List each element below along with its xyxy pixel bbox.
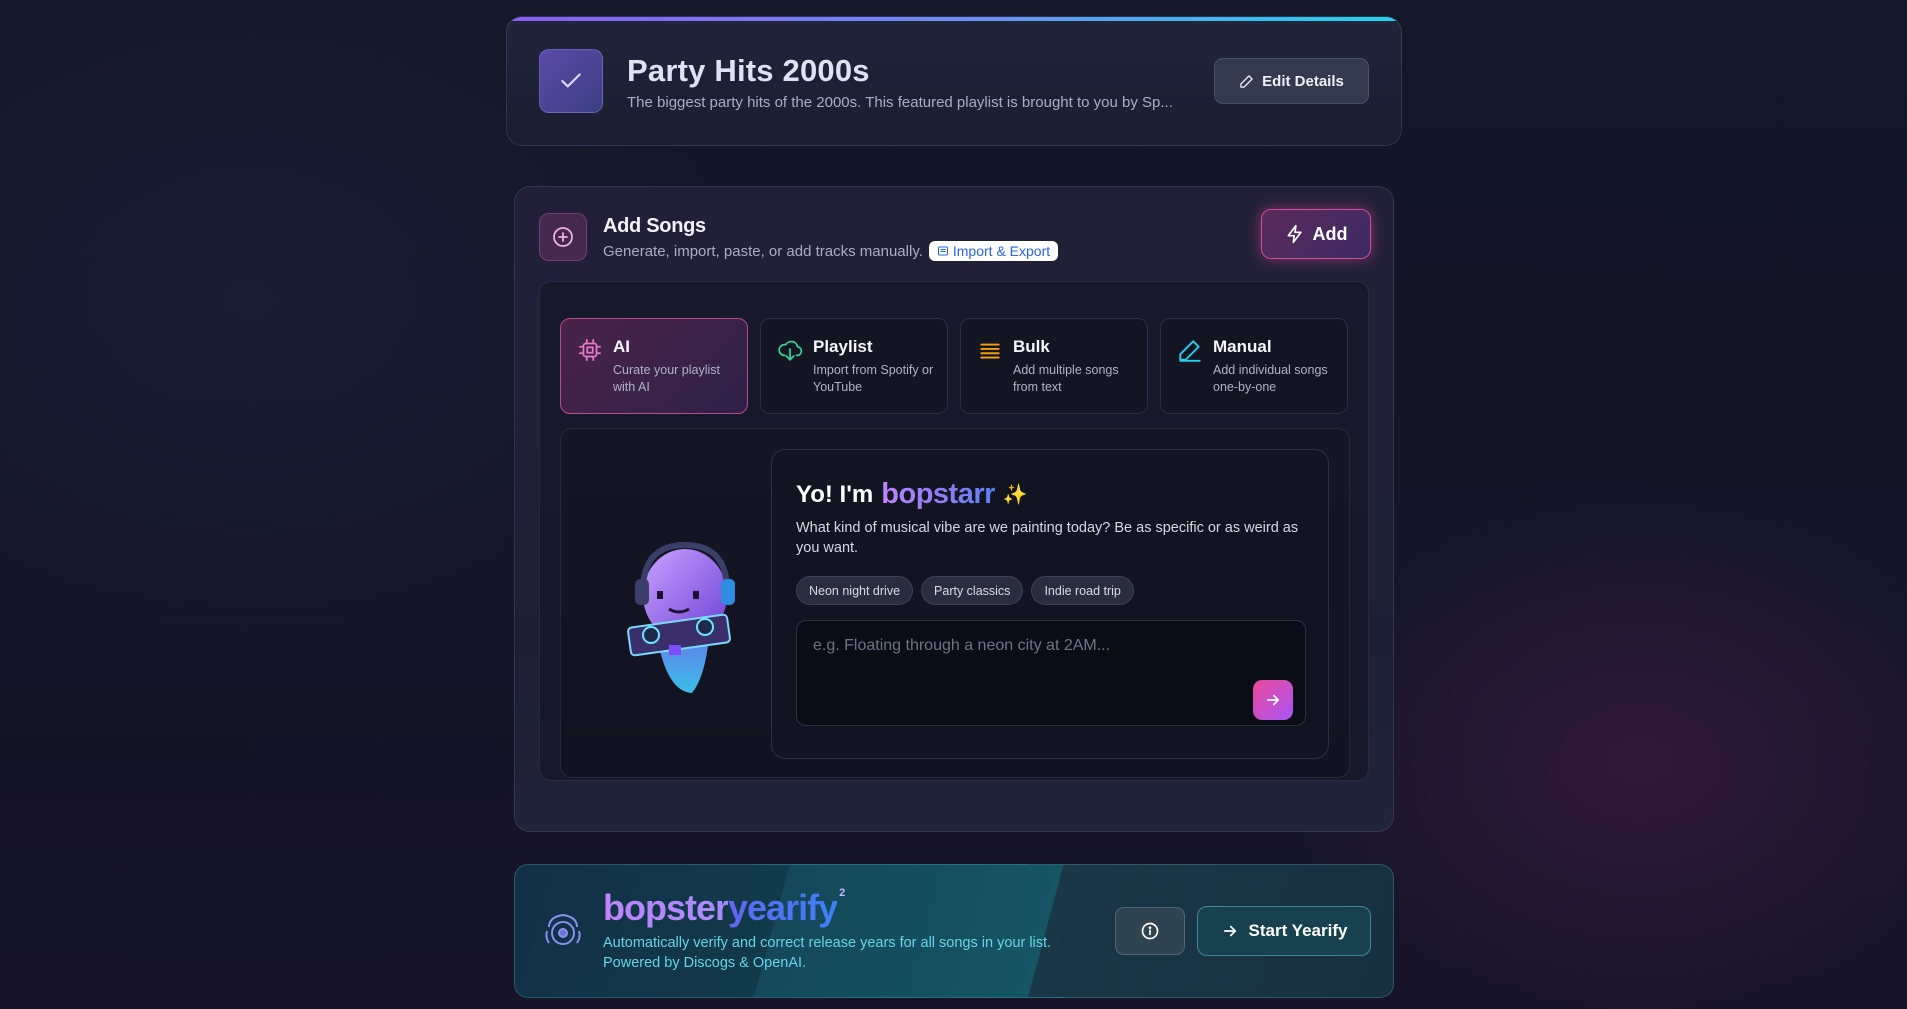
mode-title: Playlist xyxy=(813,337,873,356)
yearify-brand-part2: yearify xyxy=(728,887,838,928)
bopstarr-logo: bopstarr xyxy=(881,478,995,510)
add-songs-card: Add Songs Generate, import, paste, or ad… xyxy=(514,186,1394,832)
pencil-icon xyxy=(1240,74,1253,88)
mode-title: AI xyxy=(613,337,630,356)
playlist-description: The biggest party hits of the 2000s. Thi… xyxy=(627,94,1173,111)
arrow-right-icon xyxy=(1266,694,1280,706)
plus-circle-icon xyxy=(553,227,573,247)
suggestion-chips: Neon night drive Party classics Indie ro… xyxy=(796,576,1134,605)
ai-greeting: Yo! I'm bopstarr ✨ xyxy=(796,478,1028,511)
edit-details-label: Edit Details xyxy=(1262,72,1344,90)
sparkle-icon: ✨ xyxy=(1002,484,1028,506)
info-icon xyxy=(1141,922,1159,940)
mode-title: Manual xyxy=(1213,337,1272,356)
import-export-link[interactable]: Import & Export xyxy=(928,241,1059,261)
yearify-description: Automatically verify and correct release… xyxy=(603,933,1103,973)
playlist-header-card: Party Hits 2000s The biggest party hits … xyxy=(506,16,1402,146)
vibe-prompt-input[interactable] xyxy=(796,620,1306,726)
yearify-superscript: 2 xyxy=(839,887,845,899)
add-songs-subtitle: Generate, import, paste, or add tracks m… xyxy=(603,241,1059,261)
yearify-brand-part1: bopster xyxy=(603,887,729,928)
add-button[interactable]: Add xyxy=(1261,209,1371,259)
lightning-icon xyxy=(1287,224,1302,244)
add-songs-icon-tile xyxy=(539,213,587,261)
add-button-label: Add xyxy=(1312,223,1348,244)
playlist-title: Party Hits 2000s xyxy=(627,53,870,88)
mode-desc: Curate your playlist with AI xyxy=(613,363,720,394)
import-export-icon xyxy=(937,246,948,256)
mode-desc: Add individual songs one-by-one xyxy=(1213,363,1328,394)
playlist-check-tile[interactable] xyxy=(539,49,603,113)
yearify-desc-line2: Powered by Discogs & OpenAI. xyxy=(603,955,807,971)
add-songs-title: Add Songs xyxy=(603,215,706,237)
mode-title: Bulk xyxy=(1013,337,1050,356)
yearify-desc-line1: Automatically verify and correct release… xyxy=(603,935,1052,951)
edit-details-button[interactable]: Edit Details xyxy=(1214,58,1369,104)
start-yearify-button[interactable]: Start Yearify xyxy=(1197,906,1371,956)
mode-card-bulk[interactable]: Bulk Add multiple songs from text xyxy=(960,318,1148,414)
yearify-info-button[interactable] xyxy=(1115,907,1185,955)
add-songs-subtitle-text: Generate, import, paste, or add tracks m… xyxy=(603,242,923,260)
ai-prompt-question: What kind of musical vibe are we paintin… xyxy=(796,520,1299,556)
send-button[interactable] xyxy=(1253,680,1293,720)
add-songs-panel: AI Curate your playlist with AI Playlist… xyxy=(539,281,1369,781)
pen-icon xyxy=(1179,340,1201,362)
mode-desc: Import from Spotify or YouTube xyxy=(813,363,934,394)
vinyl-shield-icon xyxy=(545,913,581,945)
list-icon xyxy=(980,343,1000,359)
yearify-banner: bopsteryearify 2 Automatically verify and… xyxy=(514,864,1394,998)
ai-curation-area: Yo! I'm bopstarr ✨ What kind of musical … xyxy=(560,428,1350,778)
mode-desc: Add multiple songs from text xyxy=(1013,363,1119,394)
suggestion-chip[interactable]: Party classics xyxy=(921,576,1024,605)
greeting-text: Yo! I'm xyxy=(796,480,874,508)
check-icon xyxy=(561,73,581,88)
mode-card-ai[interactable]: AI Curate your playlist with AI xyxy=(560,318,748,414)
mode-card-playlist[interactable]: Playlist Import from Spotify or YouTube xyxy=(760,318,948,414)
suggestion-chip[interactable]: Neon night drive xyxy=(796,576,914,605)
dj-mascot-icon xyxy=(627,541,735,693)
cloud-download-icon xyxy=(778,340,803,361)
ai-chat-box: Yo! I'm bopstarr ✨ What kind of musical … xyxy=(771,449,1329,759)
suggestion-chip[interactable]: Indie road trip xyxy=(1031,576,1134,605)
bopster-yearify-logo: bopsteryearify 2 xyxy=(603,887,845,929)
mode-card-manual[interactable]: Manual Add individual songs one-by-one xyxy=(1160,318,1348,414)
chip-icon xyxy=(579,339,601,361)
start-yearify-label: Start Yearify xyxy=(1248,921,1348,940)
arrow-right-icon xyxy=(1223,925,1236,937)
import-export-label: Import & Export xyxy=(952,243,1051,259)
